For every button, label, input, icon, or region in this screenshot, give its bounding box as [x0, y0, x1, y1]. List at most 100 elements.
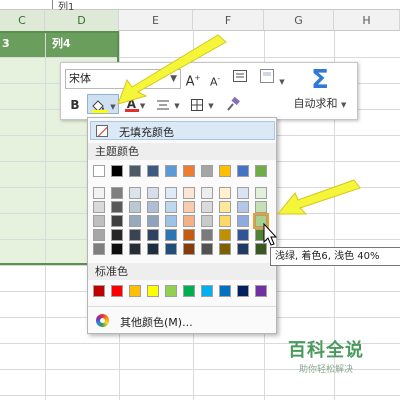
autosum-label: 自动求和: [293, 97, 338, 110]
theme-shade-swatch[interactable]: [255, 229, 267, 241]
standard-color-swatch[interactable]: [237, 285, 249, 297]
theme-shade-swatch[interactable]: [201, 229, 213, 241]
theme-shade-swatch[interactable]: [219, 187, 231, 199]
fill-color-button[interactable]: ▼: [87, 94, 119, 114]
column-header-e[interactable]: E: [119, 10, 193, 31]
format-painter-icon: [227, 96, 240, 111]
format-painter-button[interactable]: [223, 94, 243, 114]
theme-color-swatch[interactable]: [183, 165, 195, 177]
theme-color-swatch[interactable]: [237, 165, 249, 177]
font-name-select[interactable]: 宋体 ▼: [65, 69, 181, 89]
theme-color-swatch[interactable]: [201, 165, 213, 177]
theme-shade-swatch[interactable]: [129, 243, 141, 255]
theme-shade-swatch[interactable]: [237, 229, 249, 241]
theme-shade-swatch[interactable]: [111, 187, 123, 199]
standard-color-swatch[interactable]: [201, 285, 213, 297]
column-header-c[interactable]: C: [0, 10, 45, 31]
theme-shade-swatch[interactable]: [165, 187, 177, 199]
theme-shade-swatch[interactable]: [237, 215, 249, 227]
menu-divider: [88, 306, 276, 307]
theme-shade-swatch[interactable]: [219, 243, 231, 255]
theme-shade-swatch[interactable]: [183, 229, 195, 241]
theme-shade-swatch[interactable]: [147, 187, 159, 199]
theme-shade-swatch[interactable]: [147, 201, 159, 213]
align-button[interactable]: ▼: [153, 94, 183, 114]
theme-color-swatch[interactable]: [255, 165, 267, 177]
theme-shade-swatch[interactable]: [183, 215, 195, 227]
theme-shade-swatch[interactable]: [93, 187, 105, 199]
theme-shade-swatch[interactable]: [201, 201, 213, 213]
theme-shade-swatch[interactable]: [165, 215, 177, 227]
formula-cursor: [52, 0, 53, 9]
theme-shade-swatch[interactable]: [93, 215, 105, 227]
grow-font-button[interactable]: A+: [185, 68, 201, 90]
theme-color-swatch[interactable]: [219, 165, 231, 177]
theme-shade-swatch[interactable]: [237, 243, 249, 255]
theme-shade-swatch[interactable]: [253, 213, 269, 229]
no-fill-icon: [96, 125, 108, 137]
theme-shade-swatch[interactable]: [165, 201, 177, 213]
theme-shade-swatch[interactable]: [129, 201, 141, 213]
theme-shade-swatch[interactable]: [237, 201, 249, 213]
grow-font-label: A: [185, 74, 195, 90]
theme-shade-swatch[interactable]: [183, 187, 195, 199]
shrink-font-button[interactable]: A-: [207, 69, 223, 89]
theme-shade-swatch[interactable]: [111, 201, 123, 213]
theme-shade-swatch[interactable]: [111, 215, 123, 227]
standard-color-swatch[interactable]: [147, 285, 159, 297]
formula-bar[interactable]: 列1: [0, 0, 400, 13]
theme-shade-swatch[interactable]: [201, 215, 213, 227]
other-colors-option[interactable]: 其他颜色(M)...: [90, 312, 275, 330]
theme-shade-swatch[interactable]: [111, 229, 123, 241]
autosum-button[interactable]: Σ 自动求和 ▼: [287, 65, 353, 117]
theme-shade-swatch[interactable]: [165, 243, 177, 255]
column-header-d[interactable]: D: [45, 10, 119, 31]
borders-button[interactable]: ▼: [187, 94, 217, 114]
theme-color-swatch[interactable]: [93, 165, 105, 177]
chevron-down-icon: ▼: [110, 103, 116, 111]
font-color-button[interactable]: A ▼: [121, 94, 151, 114]
theme-shade-swatch[interactable]: [147, 243, 159, 255]
bold-button[interactable]: B: [67, 95, 83, 115]
standard-color-swatch[interactable]: [165, 285, 177, 297]
theme-shade-swatch[interactable]: [201, 243, 213, 255]
theme-shade-swatch[interactable]: [201, 187, 213, 199]
theme-shade-swatch[interactable]: [93, 229, 105, 241]
column-header-h[interactable]: H: [334, 10, 400, 31]
standard-color-swatch[interactable]: [255, 285, 267, 297]
no-fill-option[interactable]: 无填充颜色: [90, 121, 275, 140]
theme-shade-swatch[interactable]: [219, 215, 231, 227]
format-box-button[interactable]: [231, 68, 249, 88]
theme-shade-swatch[interactable]: [129, 229, 141, 241]
theme-shade-swatch[interactable]: [219, 229, 231, 241]
theme-color-swatch[interactable]: [165, 165, 177, 177]
theme-shade-swatch[interactable]: [129, 215, 141, 227]
theme-shade-swatch[interactable]: [255, 187, 267, 199]
no-fill-label: 无填充颜色: [119, 126, 174, 139]
theme-shade-swatch[interactable]: [147, 215, 159, 227]
theme-shade-swatch[interactable]: [183, 243, 195, 255]
theme-shade-swatch[interactable]: [255, 243, 267, 255]
theme-shade-swatch[interactable]: [93, 243, 105, 255]
standard-color-swatch[interactable]: [111, 285, 123, 297]
column-header-g[interactable]: G: [264, 10, 334, 31]
column-header-row: C D E F G H: [0, 10, 400, 31]
theme-shade-swatch[interactable]: [111, 243, 123, 255]
theme-shade-swatch[interactable]: [129, 187, 141, 199]
theme-shade-swatch[interactable]: [147, 229, 159, 241]
theme-shade-swatch[interactable]: [255, 201, 267, 213]
theme-shade-swatch[interactable]: [237, 187, 249, 199]
standard-color-swatch[interactable]: [219, 285, 231, 297]
theme-shade-swatch[interactable]: [183, 201, 195, 213]
theme-shade-swatch[interactable]: [165, 229, 177, 241]
theme-color-swatch[interactable]: [147, 165, 159, 177]
theme-color-swatch[interactable]: [129, 165, 141, 177]
standard-color-swatch[interactable]: [93, 285, 105, 297]
standard-color-swatch[interactable]: [183, 285, 195, 297]
column-header-f[interactable]: F: [193, 10, 264, 31]
theme-shade-swatch[interactable]: [219, 201, 231, 213]
theme-shade-swatch[interactable]: [93, 201, 105, 213]
theme-color-swatch[interactable]: [111, 165, 123, 177]
standard-color-swatch[interactable]: [129, 285, 141, 297]
border-style-button[interactable]: ▼: [259, 68, 285, 88]
